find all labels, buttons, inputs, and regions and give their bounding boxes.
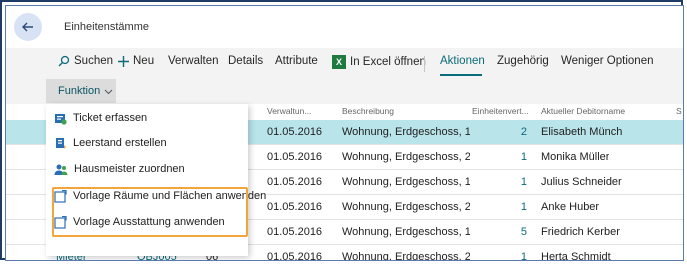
cell-debtor-name: Julius Schneider xyxy=(541,176,622,188)
back-button[interactable] xyxy=(14,13,42,41)
cell-description: Wohnung, Erdgeschoss, 1. Rec... xyxy=(342,226,470,238)
cell-debtor-name: Elisabeth Münch xyxy=(541,126,623,138)
fewer-options-button[interactable]: Weniger Optionen xyxy=(561,55,653,67)
funktion-label: Funktion xyxy=(58,85,101,97)
search-icon xyxy=(58,55,70,67)
document-new-icon xyxy=(56,137,66,149)
new-button[interactable]: Neu xyxy=(118,55,154,67)
header: Einheitenstämme xyxy=(6,6,683,48)
cell-date: 01.05.2016 xyxy=(267,126,323,138)
cell-debtor-name: Monika Müller xyxy=(541,151,610,163)
cell-date: 01.05.2016 xyxy=(267,201,323,213)
new-label: Neu xyxy=(133,55,155,67)
cell-description: Wohnung, Erdgeschoss, 2. Mitt... xyxy=(342,201,470,213)
cell-description: Wohnung, Erdgeschoss, 2. Rec... xyxy=(342,251,470,261)
menu-item-label: Leerstand erstellen xyxy=(73,137,167,149)
manage-button[interactable]: Verwalten xyxy=(168,55,219,67)
action-bar: Suchen Neu Verwalten Details Attribute X… xyxy=(6,48,683,78)
cell-count[interactable]: 5 xyxy=(497,226,527,238)
highlight-annotation xyxy=(52,187,248,237)
column-header-verwaltung[interactable]: Verwaltun... xyxy=(267,106,311,116)
cell-count[interactable]: 1 xyxy=(497,176,527,188)
menu-item-label: Hausmeister zuordnen xyxy=(74,163,185,175)
cell-count[interactable]: 1 xyxy=(497,151,527,163)
details-button[interactable]: Details xyxy=(228,55,263,67)
cell-debtor-name: Anke Huber xyxy=(541,201,600,213)
funktion-dropdown-button[interactable]: Funktion xyxy=(46,79,116,103)
attributes-button[interactable]: Attribute xyxy=(275,55,318,67)
page-title: Einheitenstämme xyxy=(64,21,149,33)
cell-count[interactable]: 2 xyxy=(497,126,527,138)
cell-date: 01.05.2016 xyxy=(267,176,323,188)
separator xyxy=(424,56,425,72)
open-in-excel-button[interactable]: X In Excel öffnen xyxy=(332,55,426,69)
column-header-beschreibung[interactable]: Beschreibung xyxy=(342,106,394,116)
cell-debtor-name: Herta Schmidt xyxy=(541,251,611,261)
tab-actions[interactable]: Aktionen xyxy=(440,55,485,67)
cell-date: 01.05.2016 xyxy=(267,151,323,163)
ticket-icon xyxy=(55,113,67,125)
cell-count[interactable]: 1 xyxy=(497,251,527,260)
tab-related[interactable]: Zugehörig xyxy=(497,55,549,67)
excel-label: In Excel öffnen xyxy=(350,56,426,68)
menu-item-ticket[interactable]: Ticket erfassen xyxy=(54,107,147,129)
users-icon xyxy=(54,164,68,175)
app-window: Einheitenstämme Suchen Neu Verwalten Det… xyxy=(5,5,684,261)
active-tab-indicator xyxy=(440,74,482,76)
arrow-left-icon xyxy=(22,22,33,32)
screenshot-frame: Einheitenstämme Suchen Neu Verwalten Det… xyxy=(0,0,684,261)
menu-item-caretaker[interactable]: Hausmeister zuordnen xyxy=(54,158,185,180)
cell-count[interactable]: 1 xyxy=(497,201,527,213)
search-label: Suchen xyxy=(74,55,114,67)
cell-description: Wohnung, Erdgeschoss, 2. Link... xyxy=(342,151,470,163)
cell-description: Wohnung, Erdgeschoss, 1. Link... xyxy=(342,126,470,138)
excel-icon: X xyxy=(332,55,346,69)
cell-debtor-name: Friedrich Kerber xyxy=(541,226,620,238)
column-header-einheiten[interactable]: Einheitenvert... xyxy=(472,106,529,116)
plus-icon xyxy=(118,55,129,67)
column-header-debitor[interactable]: Aktueller Debitorname xyxy=(541,106,625,116)
chevron-down-icon xyxy=(104,89,113,94)
search-button[interactable]: Suchen xyxy=(58,55,113,67)
column-header-extra[interactable]: S xyxy=(676,106,682,116)
cell-date: 01.05.2016 xyxy=(267,226,323,238)
cell-description: Wohnung, Erdgeschoss, 1. Mitt... xyxy=(342,176,470,188)
cell-date: 01.05.2016 xyxy=(267,251,323,261)
menu-item-label: Ticket erfassen xyxy=(73,112,148,124)
menu-item-vacancy[interactable]: Leerstand erstellen xyxy=(54,132,167,154)
